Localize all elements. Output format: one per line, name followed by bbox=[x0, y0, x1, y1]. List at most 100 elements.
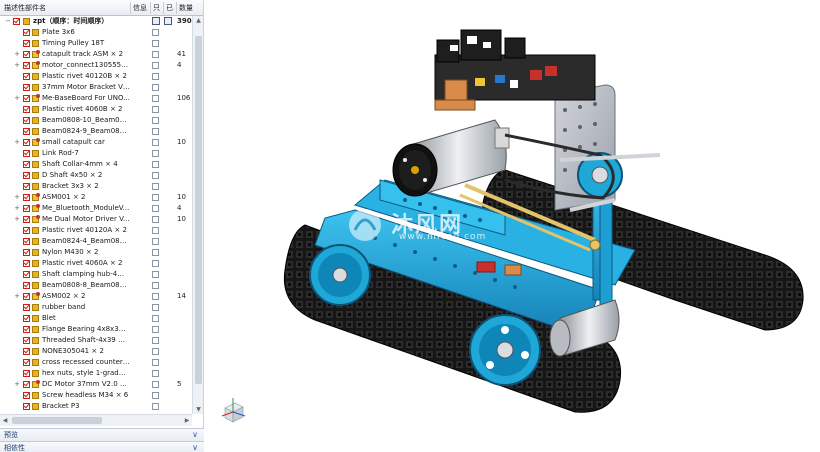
readonly-checkbox[interactable] bbox=[152, 95, 159, 102]
visibility-checkbox[interactable] bbox=[23, 62, 30, 69]
tree-row[interactable]: 37mm Motor Bracket V2... bbox=[0, 82, 192, 93]
tree-row[interactable]: + Me Dual Motor Driver V... 10 bbox=[0, 214, 192, 225]
tree-row[interactable]: Threaded Shaft-4x39 × 2 bbox=[0, 335, 192, 346]
readonly-checkbox[interactable] bbox=[152, 183, 159, 190]
visibility-checkbox[interactable] bbox=[23, 227, 30, 234]
tree-row[interactable]: Plastic rivet 4060A × 2 bbox=[0, 258, 192, 269]
readonly-checkbox[interactable] bbox=[152, 139, 159, 146]
tree-row[interactable]: Beam0808-8_Beam0808-8 bbox=[0, 280, 192, 291]
readonly-checkbox[interactable] bbox=[152, 194, 159, 201]
readonly-checkbox[interactable] bbox=[152, 392, 159, 399]
tree-row[interactable]: + Me-BaseBoard For UNO... 106 bbox=[0, 93, 192, 104]
readonly-checkbox[interactable] bbox=[152, 128, 159, 135]
visibility-checkbox[interactable] bbox=[23, 337, 30, 344]
visibility-checkbox[interactable] bbox=[23, 194, 30, 201]
expand-icon[interactable]: + bbox=[13, 60, 21, 71]
readonly-checkbox[interactable] bbox=[152, 117, 159, 124]
visibility-checkbox[interactable] bbox=[23, 106, 30, 113]
visibility-checkbox[interactable] bbox=[23, 117, 30, 124]
scroll-left-icon[interactable]: ◀ bbox=[0, 415, 10, 427]
readonly-checkbox[interactable] bbox=[152, 249, 159, 256]
tree-row[interactable]: D Shaft 4x50 × 2 bbox=[0, 170, 192, 181]
readonly-checkbox[interactable] bbox=[152, 315, 159, 322]
visibility-checkbox[interactable] bbox=[23, 73, 30, 80]
visibility-checkbox[interactable] bbox=[23, 128, 30, 135]
visibility-checkbox[interactable] bbox=[23, 139, 30, 146]
visibility-checkbox[interactable] bbox=[13, 18, 20, 25]
visibility-checkbox[interactable] bbox=[23, 381, 30, 388]
readonly-checkbox[interactable] bbox=[152, 403, 159, 410]
tree-horizontal-scrollbar[interactable]: ◀ ▶ bbox=[0, 414, 192, 426]
expand-icon[interactable]: + bbox=[13, 379, 21, 390]
visibility-checkbox[interactable] bbox=[23, 84, 30, 91]
tree-row[interactable]: + DC Motor 37mm V2.0 A... 5 bbox=[0, 379, 192, 390]
column-readonly-header[interactable]: 只 bbox=[153, 0, 160, 16]
visibility-checkbox[interactable] bbox=[23, 315, 30, 322]
preview-panel-toggle[interactable]: 预览 ∨ bbox=[0, 428, 204, 441]
tree-row[interactable]: Screw headless M34 × 6 bbox=[0, 390, 192, 401]
tree-row[interactable]: Bracket P3 bbox=[0, 401, 192, 412]
readonly-checkbox[interactable] bbox=[152, 326, 159, 333]
visibility-checkbox[interactable] bbox=[23, 51, 30, 58]
readonly-checkbox[interactable] bbox=[152, 348, 159, 355]
expand-icon[interactable]: + bbox=[13, 192, 21, 203]
visibility-checkbox[interactable] bbox=[23, 40, 30, 47]
tree-row[interactable]: + ASM002 × 2 14 bbox=[0, 291, 192, 302]
visibility-checkbox[interactable] bbox=[23, 359, 30, 366]
readonly-checkbox[interactable] bbox=[152, 227, 159, 234]
tree-row[interactable]: cross recessed counters... bbox=[0, 357, 192, 368]
visibility-checkbox[interactable] bbox=[23, 238, 30, 245]
tree-row[interactable]: Beam0824-4_Beam0824-... bbox=[0, 236, 192, 247]
readonly-checkbox[interactable] bbox=[152, 337, 159, 344]
tree-row[interactable]: Shaft Collar-4mm × 4 bbox=[0, 159, 192, 170]
visibility-checkbox[interactable] bbox=[23, 183, 30, 190]
readonly-checkbox[interactable] bbox=[152, 51, 159, 58]
readonly-checkbox[interactable] bbox=[152, 238, 159, 245]
readonly-checkbox[interactable] bbox=[152, 40, 159, 47]
visibility-checkbox[interactable] bbox=[23, 249, 30, 256]
graphics-viewport[interactable]: 沐风网 www.mfcad.com bbox=[205, 0, 820, 452]
visibility-checkbox[interactable] bbox=[23, 161, 30, 168]
tree-row[interactable]: Beam0808-10_Beam080... bbox=[0, 115, 192, 126]
readonly-checkbox[interactable] bbox=[152, 172, 159, 179]
tree-row[interactable]: Beam0824-9_Beam0824-... bbox=[0, 126, 192, 137]
readonly-checkbox[interactable] bbox=[152, 304, 159, 311]
readonly-checkbox[interactable] bbox=[152, 282, 159, 289]
scroll-down-icon[interactable]: ▼ bbox=[193, 405, 203, 414]
readonly-checkbox[interactable] bbox=[152, 216, 159, 223]
visibility-checkbox[interactable] bbox=[23, 150, 30, 157]
dependency-panel-toggle[interactable]: 相依性 ∨ bbox=[0, 441, 204, 452]
tree-row[interactable]: Bracket 3x3 × 2 bbox=[0, 181, 192, 192]
visibility-checkbox[interactable] bbox=[23, 348, 30, 355]
tree-row[interactable]: + ASM001 × 2 10 bbox=[0, 192, 192, 203]
tree-row[interactable]: NONE305041 × 2 bbox=[0, 346, 192, 357]
readonly-checkbox[interactable] bbox=[152, 161, 159, 168]
readonly-checkbox[interactable] bbox=[152, 205, 159, 212]
visibility-checkbox[interactable] bbox=[23, 326, 30, 333]
readonly-checkbox[interactable] bbox=[152, 29, 159, 36]
visibility-checkbox[interactable] bbox=[23, 205, 30, 212]
tree-row[interactable]: rubber band bbox=[0, 302, 192, 313]
visibility-checkbox[interactable] bbox=[23, 216, 30, 223]
readonly-checkbox[interactable] bbox=[152, 370, 159, 377]
tree-row[interactable]: Flange Bearing 4x8x3m... bbox=[0, 324, 192, 335]
expand-icon[interactable]: + bbox=[13, 137, 21, 148]
expand-icon[interactable]: + bbox=[13, 291, 21, 302]
readonly-checkbox[interactable] bbox=[152, 106, 159, 113]
column-info-header[interactable]: 信息 bbox=[133, 0, 147, 16]
visibility-checkbox[interactable] bbox=[23, 29, 30, 36]
readonly-checkbox[interactable] bbox=[152, 150, 159, 157]
column-name-header[interactable]: 描述性部件名 bbox=[4, 0, 46, 16]
readonly-checkbox[interactable] bbox=[152, 381, 159, 388]
tree-row[interactable]: Plastic rivet 4060B × 2 bbox=[0, 104, 192, 115]
column-modified-header[interactable]: 已 bbox=[166, 0, 173, 16]
readonly-checkbox[interactable] bbox=[152, 293, 159, 300]
readonly-checkbox[interactable] bbox=[152, 260, 159, 267]
readonly-checkbox[interactable] bbox=[152, 62, 159, 69]
column-qty-header[interactable]: 数量 bbox=[179, 0, 193, 16]
scroll-right-icon[interactable]: ▶ bbox=[182, 415, 192, 427]
readonly-checkbox[interactable] bbox=[152, 271, 159, 278]
visibility-checkbox[interactable] bbox=[23, 95, 30, 102]
tree-row[interactable]: Plastic rivet 40120B × 2 bbox=[0, 71, 192, 82]
expand-icon[interactable]: + bbox=[13, 49, 21, 60]
